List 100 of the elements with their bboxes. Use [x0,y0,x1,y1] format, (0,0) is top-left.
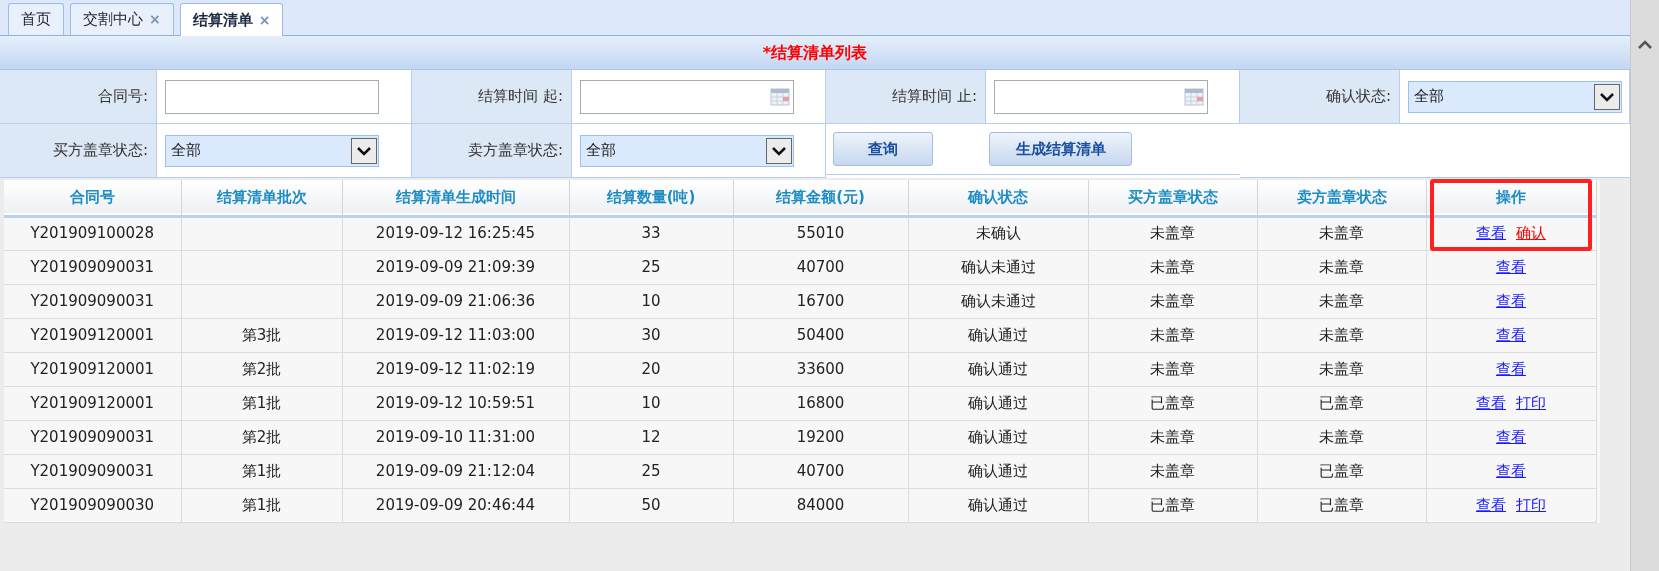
action-button[interactable]: 查询 [833,132,933,166]
scroll-up-icon[interactable] [1637,40,1653,50]
column-header: 卖方盖章状态 [1296,188,1387,206]
column-header: 合同号 [69,188,115,206]
table-cell: 未盖章 [1150,325,1195,344]
table-cell: 第1批 [241,495,282,514]
table-cell: Y201909100028 [30,224,155,243]
table-cell: 未盖章 [1319,325,1364,344]
panel-title: *结算清单列表 [762,41,868,64]
action-link[interactable]: 查看 [1496,323,1526,347]
action-link[interactable]: 打印 [1516,391,1546,415]
action-link[interactable]: 查看 [1496,255,1526,279]
column-header: 操作 [1496,188,1526,206]
table-cell: 33600 [796,359,845,378]
table-cell: Y201909090031 [30,257,155,276]
select-field[interactable]: 全部 [580,134,794,167]
table-cell: 未盖章 [1150,257,1195,276]
action-link[interactable]: 查看 [1496,425,1526,449]
table-cell: 第1批 [241,461,282,480]
table-cell: 40700 [796,461,845,480]
column-header: 买方盖章状态 [1127,188,1218,206]
table-cell: 19200 [796,427,845,446]
field-label: 结算时间 起: [478,86,563,108]
table-cell: 确认通过 [968,359,1028,378]
column-header: 结算清单批次 [216,188,307,206]
table-cell: 10 [641,291,661,310]
table-cell: 40700 [796,257,845,276]
table-cell: 未盖章 [1150,461,1195,480]
table-cell: 未盖章 [1319,427,1364,446]
table-cell: 确认未通过 [960,291,1036,310]
table-cell: 30 [641,325,661,344]
calendar-icon[interactable] [1184,87,1204,106]
table-cell: 第3批 [241,325,282,344]
action-link[interactable]: 查看 [1476,493,1506,517]
action-link[interactable]: 查看 [1496,289,1526,313]
input-field[interactable] [165,79,379,114]
action-link[interactable]: 查看 [1476,222,1506,245]
table-cell: 2019-09-12 10:59:51 [375,393,536,412]
field-label: 确认状态: [1325,86,1391,108]
date-field[interactable] [994,79,1208,114]
table-cell: 未盖章 [1150,224,1195,243]
tab[interactable]: 交割中心 × [70,3,174,35]
scrollbar[interactable] [1630,0,1659,571]
action-button[interactable]: 生成结算清单 [989,132,1132,166]
table-cell: 确认通过 [968,325,1028,344]
table-cell: Y201909120001 [30,359,155,378]
select-field[interactable]: 全部 [1408,80,1622,113]
column-header: 结算清单生成时间 [395,188,516,206]
column-header: 结算数量(吨) [606,188,696,206]
table-cell: Y201909090031 [30,427,155,446]
table-cell: Y201909120001 [30,325,155,344]
action-link[interactable]: 查看 [1496,459,1526,483]
table-cell: 50400 [796,325,845,344]
tab[interactable]: 结算清单 × [179,3,284,36]
table-cell: 第2批 [241,427,282,446]
table-cell: 2019-09-09 21:09:39 [375,257,536,276]
table-cell: 未盖章 [1150,359,1195,378]
table-cell: 确认通过 [968,393,1028,412]
table-cell: 未确认 [975,224,1021,243]
table-cell: 20 [641,359,661,378]
action-link[interactable]: 打印 [1516,493,1546,517]
table-cell: 第2批 [241,359,282,378]
table-cell: 16700 [796,291,845,310]
table-cell: 10 [641,393,661,412]
table-cell: 确认未通过 [960,257,1036,276]
table-cell: 未盖章 [1319,291,1364,310]
table-cell: 未盖章 [1319,224,1364,243]
table-cell: 50 [641,495,661,514]
table-cell: 已盖章 [1150,393,1195,412]
table-cell: 已盖章 [1319,495,1364,514]
column-header: 确认状态 [968,188,1028,206]
table-cell: 12 [641,427,661,446]
table-cell: 确认通过 [968,495,1028,514]
table-cell: 确认通过 [968,461,1028,480]
table-cell: 2019-09-12 11:03:00 [375,325,536,344]
table-cell: Y201909090031 [30,461,155,480]
action-link[interactable]: 确认 [1516,222,1546,245]
field-label: 合同号: [97,86,148,108]
table-cell: 未盖章 [1150,291,1195,310]
table-cell: Y201909090030 [30,495,155,514]
table-cell: 第1批 [241,393,282,412]
table-cell: 未盖章 [1150,427,1195,446]
table-cell: Y201909090031 [30,291,155,310]
field-label: 结算时间 止: [892,86,977,108]
field-label: 买方盖章状态: [52,140,148,162]
table-cell: 2019-09-09 21:12:04 [375,461,536,480]
action-link[interactable]: 查看 [1496,357,1526,381]
table-cell: 确认通过 [968,427,1028,446]
table-cell: 2019-09-09 20:46:44 [375,495,536,514]
select-field[interactable]: 全部 [165,134,379,167]
table-cell: 33 [641,224,661,243]
date-field[interactable] [580,79,794,114]
table-cell: 未盖章 [1319,257,1364,276]
action-link[interactable]: 查看 [1476,391,1506,415]
calendar-icon[interactable] [770,87,790,106]
table-cell: 2019-09-12 11:02:19 [375,359,536,378]
table-cell: 25 [641,461,661,480]
tab[interactable]: 首页 [8,3,64,35]
table-cell: 2019-09-10 11:31:00 [375,427,536,446]
field-label: 卖方盖章状态: [467,140,563,162]
